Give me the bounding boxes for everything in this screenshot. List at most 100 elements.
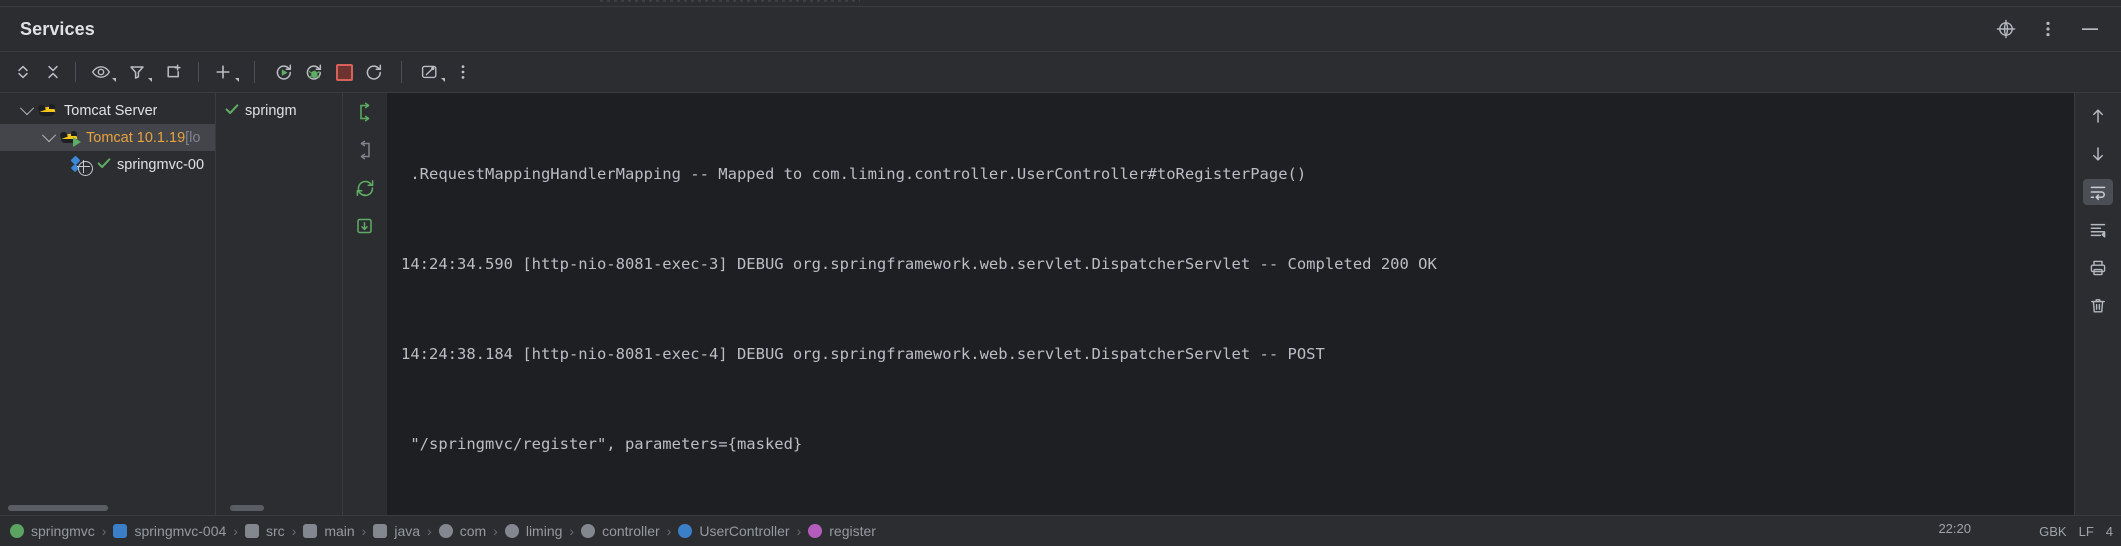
editor-ghost-text <box>600 0 860 2</box>
crumb-module[interactable]: springmvc <box>31 523 95 539</box>
toolbar-separator-2 <box>198 62 199 82</box>
crumb-java[interactable]: java <box>394 523 420 539</box>
tree-item-tomcat-10-1-19[interactable]: Tomcat 10.1.19 [lo <box>0 124 215 151</box>
crumb-separator: › <box>569 523 575 539</box>
services-toolbar <box>0 52 2121 93</box>
console-log: .RequestMappingHandlerMapping -- Mapped … <box>387 93 2074 515</box>
header-actions <box>1995 18 2101 40</box>
page-title: Services <box>20 18 95 39</box>
toolbar-group-expand <box>8 58 68 86</box>
minimize-icon[interactable] <box>2079 18 2101 40</box>
toolbar-group-add <box>206 58 242 86</box>
services-tool-window: Services Tomcat Server Tomcat 10.1.19 [l… <box>0 0 2121 546</box>
tree-item-suffix: [lo <box>185 129 201 146</box>
tree-item-springmvc-artifact[interactable]: springmvc-00 <box>0 151 215 178</box>
rerun-button[interactable] <box>269 58 299 86</box>
log-line: .RequestMappingHandlerMapping -- Mapped … <box>401 165 1307 183</box>
expand-chevron-icon[interactable] <box>38 127 60 143</box>
editor-sliver <box>0 0 2121 7</box>
toolbar-group-config <box>412 58 478 86</box>
soft-wrap-icon[interactable] <box>2083 179 2113 205</box>
crumb-project[interactable]: springmvc-004 <box>134 523 226 539</box>
export-icon[interactable] <box>352 214 378 238</box>
crumb-separator: › <box>291 523 297 539</box>
crumb-separator: › <box>233 523 238 539</box>
debug-button[interactable] <box>299 58 329 86</box>
filter-button[interactable] <box>119 58 155 86</box>
tree-horizontal-scrollbar[interactable] <box>8 505 108 511</box>
tool-window-header: Services <box>0 7 2121 52</box>
watermark: CSDN @小钟不想敲代码 <box>1940 516 2107 517</box>
crumb-separator: › <box>666 523 672 539</box>
breadcrumb: springmvc › springmvc-004 › src › main ›… <box>10 523 876 539</box>
stop-button[interactable] <box>329 58 359 86</box>
deployment-icon <box>70 155 93 176</box>
tree-item-label: springmvc-00 <box>117 156 205 173</box>
more-options-icon[interactable] <box>2037 18 2059 40</box>
toolbar-group-run <box>269 58 389 86</box>
scroll-to-end-icon[interactable] <box>2083 217 2113 243</box>
crumb-class[interactable]: UserController <box>699 523 789 539</box>
tree-item-label: Tomcat Server <box>64 102 158 119</box>
crumb-src[interactable]: src <box>266 523 285 539</box>
add-service-button[interactable] <box>206 58 242 86</box>
line-separator-label[interactable]: LF <box>2079 524 2094 539</box>
toolbar-separator <box>75 62 76 82</box>
crumb-separator: › <box>493 523 498 539</box>
tomcat-icon <box>37 102 58 120</box>
folder-icon <box>373 524 388 538</box>
restart-button[interactable] <box>359 58 389 86</box>
package-icon <box>581 524 596 538</box>
status-bar: springmvc › springmvc-004 › src › main ›… <box>0 515 2121 546</box>
folder-icon <box>244 524 259 538</box>
indent-label[interactable]: 4 <box>2106 524 2113 539</box>
toolbar-group-view <box>83 58 191 86</box>
folder-icon <box>113 524 128 538</box>
crumb-separator: › <box>796 523 802 539</box>
encoding-label[interactable]: GBK <box>2039 524 2066 539</box>
tree-item-label: Tomcat 10.1.19 <box>86 129 186 146</box>
module-icon <box>10 524 24 538</box>
deploy-success-check-icon <box>96 156 112 174</box>
crumb-method[interactable]: register <box>829 523 876 539</box>
class-icon <box>678 524 693 538</box>
log-line: 14:24:38.184 [http-nio-8081-exec-4] DEBU… <box>401 345 1325 363</box>
method-icon <box>808 524 823 538</box>
toolbar-more-button[interactable] <box>448 58 478 86</box>
tomcat-run-icon <box>59 129 81 147</box>
jump-to-source-icon[interactable] <box>352 100 378 124</box>
console-output[interactable]: .RequestMappingHandlerMapping -- Mapped … <box>387 93 2074 515</box>
edit-configuration-button[interactable] <box>412 58 448 86</box>
services-tree: Tomcat Server Tomcat 10.1.19 [lo springm… <box>0 93 216 515</box>
crumb-liming[interactable]: liming <box>526 523 563 539</box>
print-icon[interactable] <box>2083 255 2113 281</box>
toolbar-separator-4 <box>401 61 402 83</box>
refresh-icon[interactable] <box>352 176 378 200</box>
status-row-label: springm <box>245 102 297 119</box>
step-over-icon[interactable] <box>352 138 378 162</box>
scroll-up-icon[interactable] <box>2083 103 2113 129</box>
tree-item-tomcat-server[interactable]: Tomcat Server <box>0 97 215 124</box>
toolbar-separator-3 <box>254 61 255 83</box>
services-body: Tomcat Server Tomcat 10.1.19 [lo springm… <box>0 93 2121 515</box>
status-column-horizontal-scrollbar[interactable] <box>230 505 264 511</box>
scroll-down-icon[interactable] <box>2083 141 2113 167</box>
settings-globe-icon[interactable] <box>1995 18 2017 40</box>
add-tab-button[interactable] <box>155 58 191 86</box>
expand-all-button[interactable] <box>8 58 38 86</box>
tree-rows: Tomcat Server Tomcat 10.1.19 [lo springm… <box>0 93 215 178</box>
crumb-controller[interactable]: controller <box>602 523 660 539</box>
crumb-com[interactable]: com <box>460 523 486 539</box>
show-hidden-button[interactable] <box>83 58 119 86</box>
console-gutter <box>343 93 387 515</box>
crumb-main[interactable]: main <box>324 523 354 539</box>
status-row-springmvc[interactable]: springm <box>216 97 342 124</box>
status-bar-right: GBK LF 4 <box>2039 516 2113 546</box>
expand-chevron-icon[interactable] <box>16 100 38 116</box>
caret-position[interactable]: 22:20 <box>1938 521 1971 536</box>
folder-icon <box>303 524 318 538</box>
crumb-separator: › <box>101 523 107 539</box>
running-indicator-icon <box>73 136 81 147</box>
collapse-all-button[interactable] <box>38 58 68 86</box>
clear-all-icon[interactable] <box>2083 293 2113 319</box>
